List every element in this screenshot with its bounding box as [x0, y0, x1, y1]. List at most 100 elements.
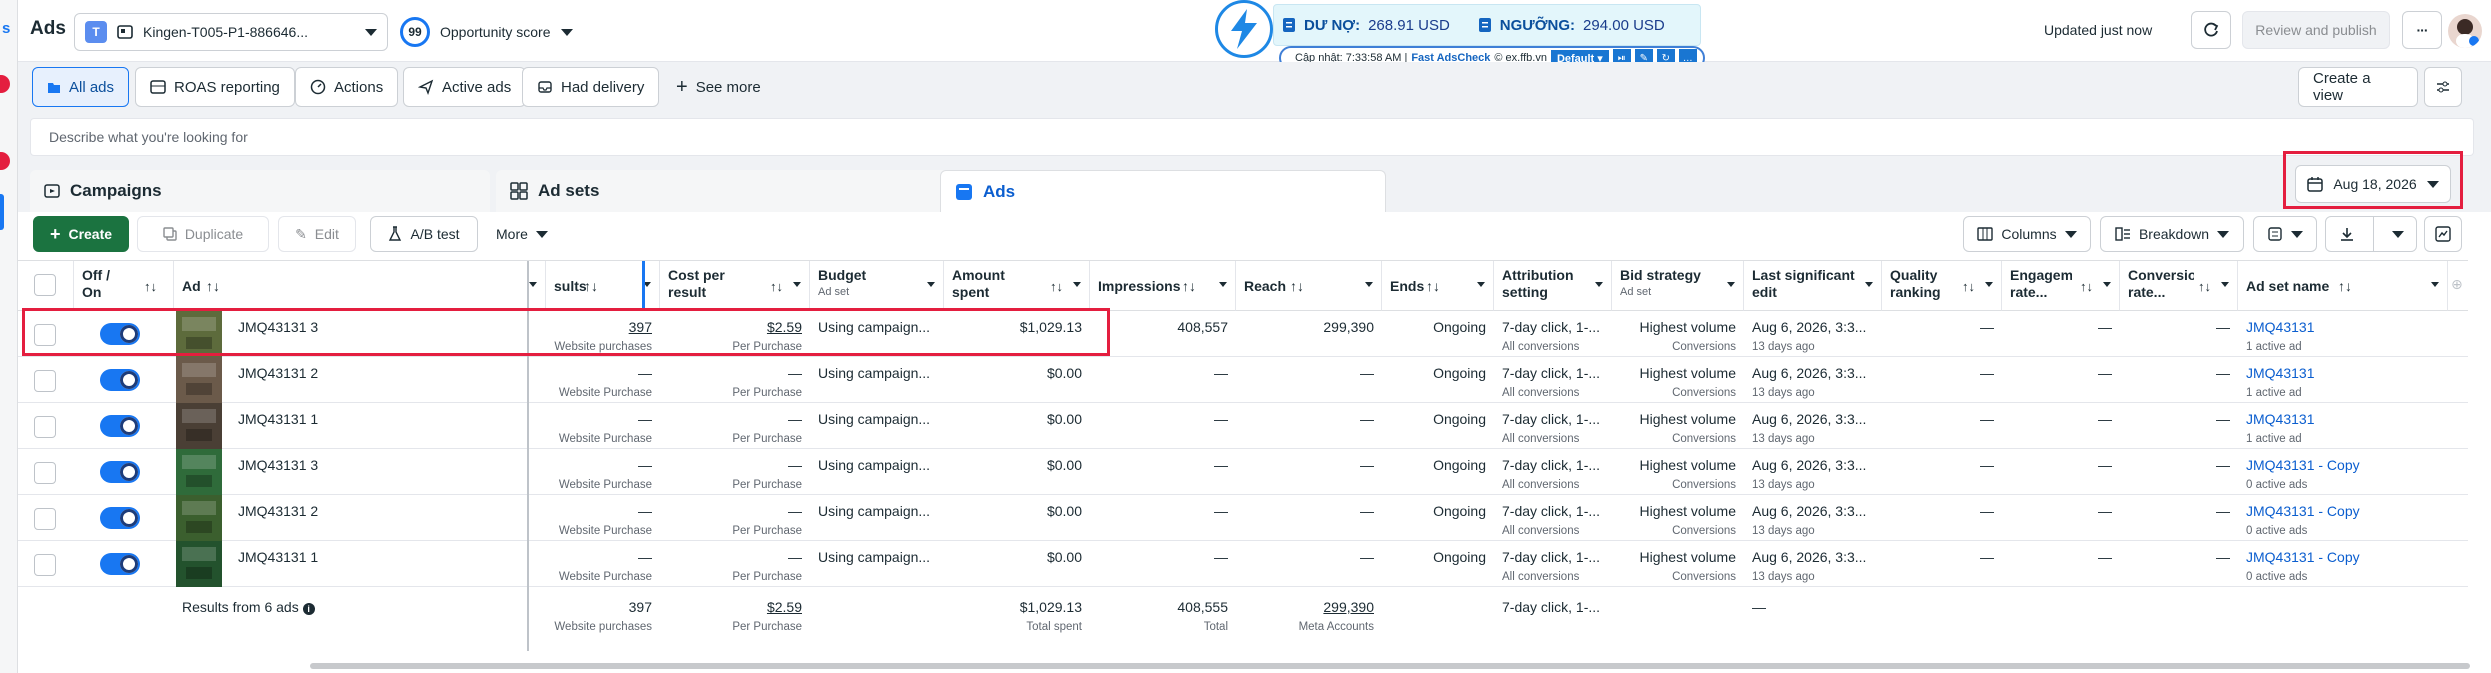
ad-name-cell[interactable]: JMQ43131 2 [230, 495, 526, 541]
review-publish-button[interactable]: Review and publish [2242, 11, 2390, 49]
export-button[interactable] [2325, 216, 2417, 252]
rail-notification-badge[interactable] [0, 75, 10, 93]
create-view-button[interactable]: Create a view [2298, 67, 2418, 107]
reach-value: — [1360, 503, 1374, 519]
col-last-edit[interactable]: Last significant edit [1744, 261, 1882, 311]
adset-link[interactable]: JMQ43131 - Copy [2246, 549, 2360, 565]
adset-name-cell[interactable]: JMQ43131 1 active ad [2238, 357, 2448, 403]
ad-name-cell[interactable]: JMQ43131 3 [230, 449, 526, 495]
col-engagement[interactable]: Engagement rate... ↑↓ [2002, 261, 2120, 311]
search-input[interactable]: Describe what you're looking for [30, 118, 2474, 156]
tab-campaigns[interactable]: Campaigns [30, 170, 490, 212]
adset-link[interactable]: JMQ43131 - Copy [2246, 503, 2360, 519]
col-adset-name[interactable]: Ad set name ↑↓ [2238, 261, 2448, 311]
more-actions-button[interactable]: More [484, 216, 560, 252]
row-checkbox[interactable] [34, 416, 56, 438]
col-offon[interactable]: Off / On ↑↓ [74, 261, 174, 311]
edit-button[interactable]: ✎ Edit [278, 216, 356, 252]
row-status-toggle[interactable] [100, 507, 140, 529]
opportunity-score-button[interactable]: 99 Opportunity score [394, 13, 579, 51]
table-row[interactable]: JMQ43131 1 — Website Purchase — Per Purchase… [18, 403, 2468, 449]
col-cost-per-result[interactable]: Cost per result ↑↓ [660, 261, 810, 311]
ad-name[interactable]: JMQ43131 3 [238, 457, 318, 473]
row-status-toggle[interactable] [100, 369, 140, 391]
filter-had-delivery[interactable]: Had delivery [522, 67, 660, 107]
budget-cell[interactable]: Using campaign... [810, 357, 944, 403]
row-checkbox[interactable] [34, 508, 56, 530]
adset-name-cell[interactable]: JMQ43131 1 active ad [2238, 311, 2448, 357]
col-ad[interactable]: Ad ↑↓ [174, 261, 546, 311]
ab-test-button[interactable]: A/B test [370, 216, 478, 252]
select-all-checkbox[interactable] [34, 274, 56, 296]
columns-button[interactable]: Columns [1963, 216, 2091, 252]
refresh-button[interactable] [2191, 11, 2231, 49]
ad-name-cell[interactable]: JMQ43131 2 [230, 357, 526, 403]
col-bid-strategy[interactable]: Bid strategy Ad set [1612, 261, 1744, 311]
col-reach[interactable]: Reach ↑↓ [1236, 261, 1382, 311]
rail-notification-badge[interactable] [0, 152, 10, 170]
budget-cell[interactable]: Using campaign... [810, 495, 944, 541]
budget-cell[interactable]: Using campaign... [810, 541, 944, 587]
filter-all-ads[interactable]: All ads [32, 67, 130, 107]
bid-sub: Conversions [1672, 525, 1736, 537]
ad-thumbnail[interactable] [176, 495, 222, 541]
adset-name-cell[interactable]: JMQ43131 - Copy 0 active ads [2238, 541, 2448, 587]
adset-link[interactable]: JMQ43131 [2246, 411, 2314, 427]
col-conversion[interactable]: Conversion rate... ↑↓ [2120, 261, 2238, 311]
row-status-toggle[interactable] [100, 415, 140, 437]
col-impressions[interactable]: Impressions ↑↓ [1090, 261, 1236, 311]
reports-dropdown-button[interactable] [2253, 216, 2317, 252]
adset-name-cell[interactable]: JMQ43131 - Copy 0 active ads [2238, 495, 2448, 541]
horizontal-scrollbar[interactable] [310, 663, 2470, 669]
ad-name-cell[interactable]: JMQ43131 1 [230, 541, 526, 587]
customize-filters-button[interactable] [2424, 67, 2462, 107]
table-row[interactable]: JMQ43131 3 — Website Purchase — Per Purchase… [18, 449, 2468, 495]
duplicate-button[interactable]: Duplicate [137, 216, 269, 252]
table-row[interactable]: JMQ43131 2 — Website Purchase — Per Purchase… [18, 357, 2468, 403]
adset-link[interactable]: JMQ43131 [2246, 365, 2314, 381]
row-checkbox[interactable] [34, 370, 56, 392]
filter-actions[interactable]: Actions [295, 67, 399, 107]
ad-name[interactable]: JMQ43131 1 [238, 549, 318, 565]
ad-name[interactable]: JMQ43131 2 [238, 503, 318, 519]
account-selector[interactable]: T Kingen-T005-P1-886646... [74, 13, 388, 51]
col-ends[interactable]: Ends ↑↓ [1382, 261, 1494, 311]
adset-link[interactable]: JMQ43131 - Copy [2246, 457, 2360, 473]
info-icon[interactable]: i [302, 603, 315, 615]
adset-name-cell[interactable]: JMQ43131 1 active ad [2238, 403, 2448, 449]
ad-thumbnail[interactable] [176, 449, 222, 495]
ad-thumbnail[interactable] [176, 403, 222, 449]
create-button[interactable]: + Create [33, 216, 129, 252]
ad-name[interactable]: JMQ43131 2 [238, 365, 318, 381]
col-quality[interactable]: Quality ranking ↑↓ [1882, 261, 2002, 311]
row-status-toggle[interactable] [100, 553, 140, 575]
filter-active-ads[interactable]: Active ads [403, 67, 527, 107]
col-amount-spent[interactable]: Amount spent ↑↓ [944, 261, 1090, 311]
charts-button[interactable] [2424, 216, 2462, 252]
column-resize-handle[interactable] [642, 261, 645, 311]
see-more-button[interactable]: + See more [676, 67, 761, 107]
more-options-button[interactable]: ··· [2402, 11, 2442, 49]
ad-name-cell[interactable]: JMQ43131 1 [230, 403, 526, 449]
row-checkbox[interactable] [34, 462, 56, 484]
row-checkbox[interactable] [34, 554, 56, 576]
adset-name-cell[interactable]: JMQ43131 - Copy 0 active ads [2238, 449, 2448, 495]
user-avatar[interactable] [2448, 14, 2482, 48]
add-column-header[interactable]: ⊕ [2448, 261, 2468, 311]
col-attribution[interactable]: Attribution setting [1494, 261, 1612, 311]
budget-cell[interactable]: Using campaign... [810, 403, 944, 449]
ad-thumbnail[interactable] [176, 357, 222, 403]
table-row[interactable]: JMQ43131 2 — Website Purchase — Per Purchase… [18, 495, 2468, 541]
tab-ads[interactable]: Ads [940, 170, 1386, 212]
budget-cell[interactable]: Using campaign... [810, 449, 944, 495]
table-row[interactable]: JMQ43131 1 — Website Purchase — Per Purchase… [18, 541, 2468, 587]
col-budget[interactable]: Budget Ad set [810, 261, 944, 311]
breakdown-button[interactable]: Breakdown [2100, 216, 2244, 252]
rail-ads-icon[interactable]: s [2, 20, 10, 37]
tab-adsets[interactable]: Ad sets [496, 170, 948, 212]
ad-thumbnail[interactable] [176, 541, 222, 587]
filter-roas-reporting[interactable]: ROAS reporting [135, 67, 295, 107]
row-status-toggle[interactable] [100, 461, 140, 483]
ad-name[interactable]: JMQ43131 1 [238, 411, 318, 427]
adset-link[interactable]: JMQ43131 [2246, 319, 2314, 335]
